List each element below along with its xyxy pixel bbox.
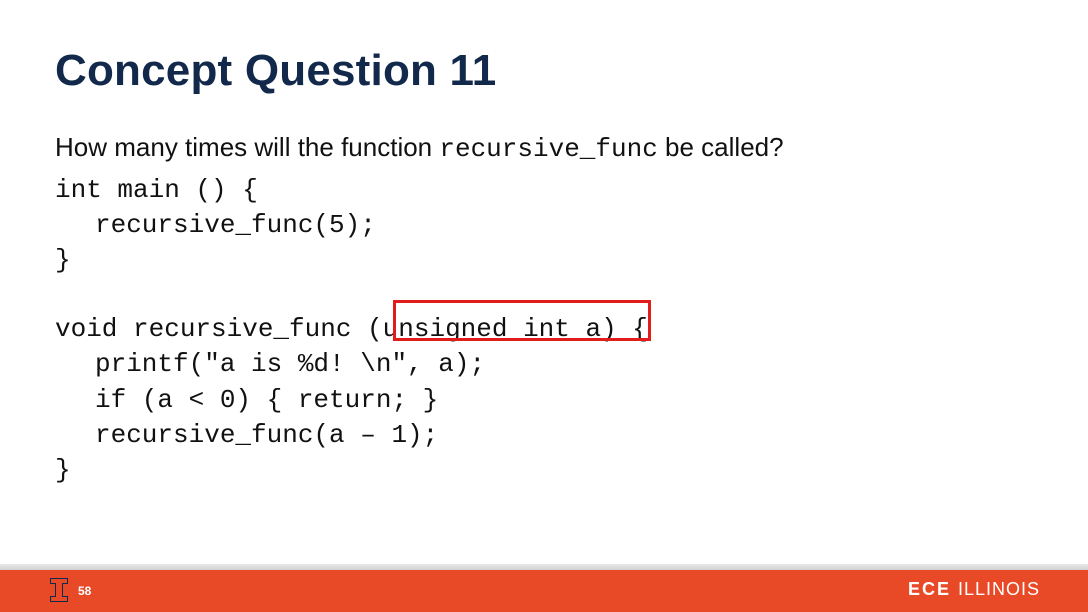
slide: Concept Question 11 How many times will … [0,0,1088,612]
code-line-7: recursive_func(a – 1); [55,418,1015,453]
question-prefix: How many times will the function [55,132,439,162]
code-line-1: int main () { [55,173,1015,208]
code-line-5: printf("a is %d! \n", a); [55,347,1015,382]
code-line-6: if (a < 0) { return; } [55,383,1015,418]
code-line-3: } [55,243,1015,278]
illinois-logo-icon [48,576,70,604]
code-line-8: } [55,453,1015,488]
question-text: How many times will the function recursi… [55,130,1015,167]
slide-title: Concept Question 11 [55,46,496,96]
code-line-2: recursive_func(5); [55,208,1015,243]
footer-brand-bold: ECE [908,579,951,599]
footer-brand: ECE ILLINOIS [908,579,1040,600]
question-suffix: be called? [658,132,784,162]
question-code-token: recursive_func [439,134,657,164]
page-number: 58 [78,584,91,598]
footer-bar: 58 ECE ILLINOIS [0,570,1088,612]
highlight-box [393,300,651,341]
footer-brand-light: ILLINOIS [958,579,1040,599]
